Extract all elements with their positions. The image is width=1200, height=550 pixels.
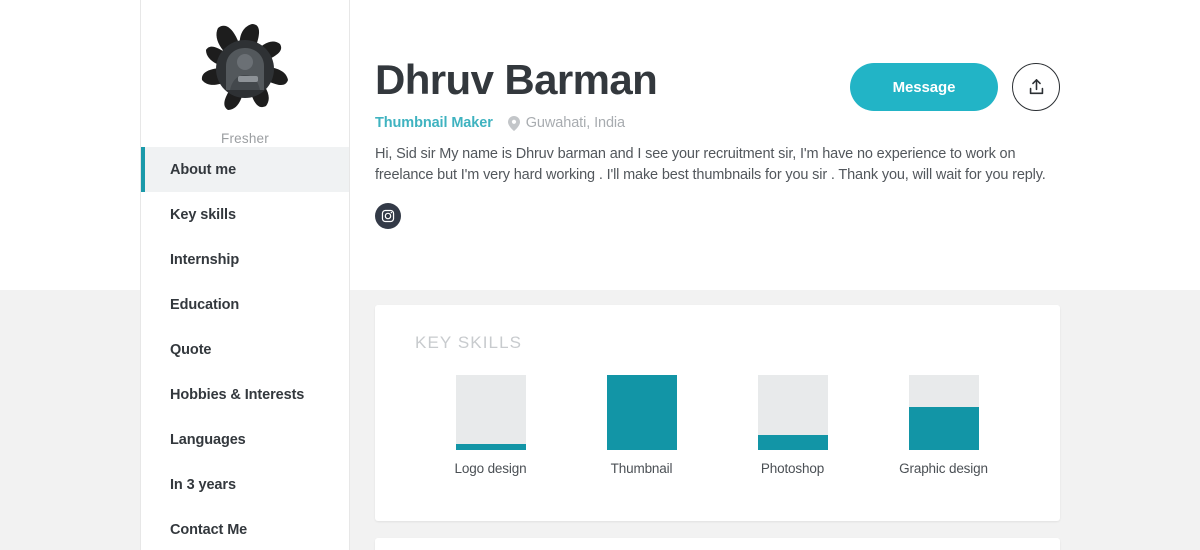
sidebar-item-in-3-years[interactable]: In 3 years [141, 462, 349, 507]
sidebar-item-hobbies-interests[interactable]: Hobbies & Interests [141, 372, 349, 417]
skill-item: Graphic design [868, 375, 1019, 476]
main-content: Dhruv Barman Thumbnail Maker Guwahati, I… [350, 0, 1200, 550]
skill-label: Graphic design [899, 461, 988, 476]
sidebar-item-label: In 3 years [170, 476, 236, 493]
sidebar-item-label: About me [170, 161, 237, 178]
skill-item: Logo design [415, 375, 566, 476]
sidebar-nav: About me Key skills Internship Education… [141, 147, 349, 550]
sidebar-item-label: Quote [170, 341, 212, 358]
sidebar-item-languages[interactable]: Languages [141, 417, 349, 462]
skill-label: Thumbnail [610, 461, 673, 476]
location-pin-icon [507, 115, 520, 131]
key-skills-card: KEY SKILLS Logo design Thumbnail Photosh… [375, 305, 1060, 521]
page-title: Dhruv Barman [375, 56, 658, 103]
profile-header: Dhruv Barman Thumbnail Maker Guwahati, I… [350, 0, 1200, 290]
sidebar-item-contact-me[interactable]: Contact Me [141, 507, 349, 550]
skill-bar [908, 375, 979, 450]
sidebar-item-label: Hobbies & Interests [170, 386, 305, 403]
key-skills-list: Logo design Thumbnail Photoshop Graphic … [375, 353, 1060, 476]
skill-item: Photoshop [717, 375, 868, 476]
share-upload-icon [1029, 79, 1043, 95]
profile-subline: Thumbnail Maker Guwahati, India [375, 115, 1200, 131]
sidebar-item-label: Contact Me [170, 521, 248, 538]
sidebar-item-education[interactable]: Education [141, 282, 349, 327]
skill-label: Photoshop [760, 461, 825, 476]
profile-status-label: Fresher [221, 131, 269, 146]
sidebar-item-label: Education [170, 296, 240, 313]
key-skills-title: KEY SKILLS [415, 333, 523, 352]
skill-bar [606, 375, 677, 450]
skill-bar [455, 375, 526, 450]
avatar-image [194, 18, 296, 120]
skill-bar-fill [455, 444, 526, 450]
sidebar-item-internship[interactable]: Internship [141, 237, 349, 282]
skill-bar-fill [908, 406, 979, 450]
sidebar-item-about-me[interactable]: About me [141, 147, 349, 192]
skill-bar-fill [757, 435, 828, 450]
sidebar-item-label: Languages [170, 431, 246, 448]
job-title: Thumbnail Maker [375, 115, 493, 132]
sidebar: Fresher About me Key skills Internship E… [140, 0, 350, 550]
profile-bio: Hi, Sid sir My name is Dhruv barman and … [375, 146, 1046, 184]
sidebar-profile: Fresher [141, 0, 349, 147]
skill-bar-fill [606, 375, 677, 450]
sidebar-item-label: Key skills [170, 206, 236, 223]
next-section-card [375, 538, 1060, 550]
sidebar-item-quote[interactable]: Quote [141, 327, 349, 372]
avatar[interactable] [194, 18, 296, 120]
share-button[interactable] [1012, 63, 1060, 111]
social-links [375, 203, 1200, 230]
skill-item: Thumbnail [566, 375, 717, 476]
header-actions: Message [850, 63, 1060, 111]
sidebar-item-label: Internship [170, 251, 240, 268]
instagram-icon[interactable] [375, 203, 401, 230]
message-button[interactable]: Message [850, 63, 998, 111]
skill-bar [757, 375, 828, 450]
location-label: Guwahati, India [525, 115, 626, 132]
skill-label: Logo design [454, 461, 527, 476]
sidebar-item-key-skills[interactable]: Key skills [141, 192, 349, 237]
